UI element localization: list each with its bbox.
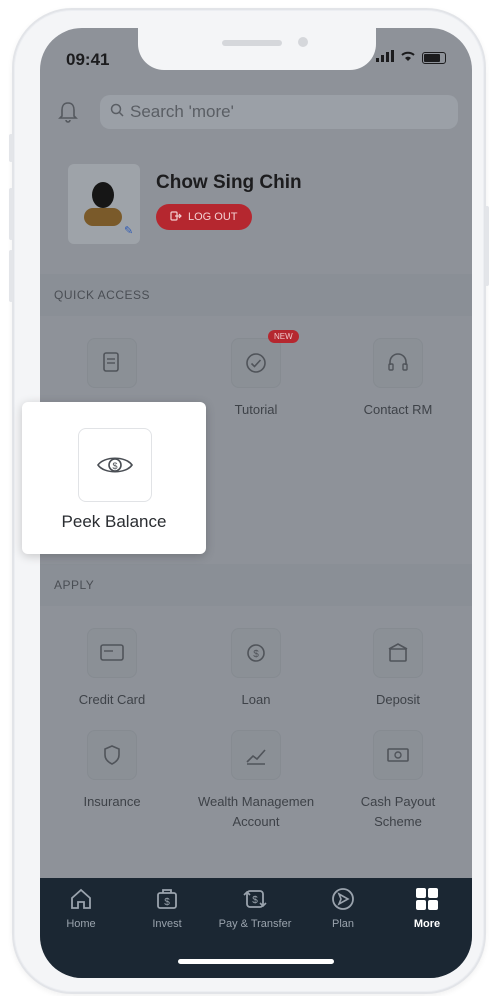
insurance-icon <box>87 730 137 780</box>
camera <box>298 37 308 47</box>
quick-access-hidden-tile[interactable] <box>42 338 182 388</box>
quick-access-contact-rm[interactable]: Contact RM <box>328 338 468 420</box>
new-badge: NEW <box>268 330 299 343</box>
status-icons <box>376 50 446 65</box>
grid-icon <box>386 886 468 916</box>
tile-label: Cash Payout Scheme <box>360 794 436 829</box>
phone-side-button <box>9 134 13 162</box>
eye-dollar-icon: $ <box>78 428 152 502</box>
avatar[interactable]: ✎ <box>68 164 140 244</box>
nav-home[interactable]: Home <box>40 886 122 930</box>
speaker <box>222 40 282 46</box>
tile-label: Insurance <box>83 794 141 809</box>
profile-section: ✎ <box>68 164 140 244</box>
nav-more[interactable]: More <box>386 886 468 930</box>
signal-icon <box>376 50 394 65</box>
search-input[interactable]: Search 'more' <box>100 95 458 129</box>
apply-credit-card[interactable]: Credit Card <box>42 628 182 710</box>
phone-volume-up-button <box>9 188 13 240</box>
phone-power-button <box>485 206 489 286</box>
svg-text:$: $ <box>112 461 117 471</box>
quick-access-tutorial[interactable]: NEW Tutorial <box>186 330 326 420</box>
nav-invest[interactable]: $ Invest <box>126 886 208 930</box>
document-icon <box>87 338 137 388</box>
svg-text:$: $ <box>252 895 258 906</box>
apply-wealth-management[interactable]: Wealth Managemen Account <box>186 730 326 832</box>
logout-label: LOG OUT <box>188 211 238 223</box>
search-icon <box>110 103 124 122</box>
tile-label: Contact RM <box>363 402 433 417</box>
credit-card-icon <box>87 628 137 678</box>
cash-payout-icon <box>373 730 423 780</box>
peek-balance-label: Peek Balance <box>61 512 167 531</box>
invest-icon: $ <box>126 886 208 916</box>
svg-text:$: $ <box>164 897 170 908</box>
tile-label: Wealth Managemen Account <box>197 794 315 829</box>
wifi-icon <box>400 50 416 65</box>
apply-loan[interactable]: $ Loan <box>186 628 326 710</box>
bell-icon[interactable] <box>54 98 82 126</box>
logout-button[interactable]: LOG OUT <box>156 204 252 230</box>
tile-label: Deposit <box>375 692 421 707</box>
peek-balance-card[interactable]: $ Peek Balance <box>22 402 206 554</box>
tile-label: Credit Card <box>78 692 146 707</box>
status-time: 09:41 <box>66 50 110 69</box>
apply-insurance[interactable]: Insurance <box>42 730 182 812</box>
notch <box>138 28 376 70</box>
pay-transfer-icon: $ <box>214 886 296 916</box>
top-bar: Search 'more' <box>54 94 458 130</box>
profile-name: Chow Sing Chin <box>156 172 302 193</box>
phone-volume-down-button <box>9 250 13 302</box>
tile-label: Tutorial <box>234 402 278 417</box>
apply-cash-payout[interactable]: Cash Payout Scheme <box>328 730 468 832</box>
svg-text:$: $ <box>253 649 259 660</box>
logout-icon <box>170 210 182 225</box>
check-circle-icon <box>231 338 281 388</box>
edit-pencil-icon[interactable]: ✎ <box>124 224 134 237</box>
home-icon <box>40 886 122 916</box>
nav-plan[interactable]: Plan <box>302 886 384 930</box>
search-placeholder: Search 'more' <box>130 102 234 121</box>
wealth-icon <box>231 730 281 780</box>
apply-header: APPLY <box>40 564 472 606</box>
apply-deposit[interactable]: Deposit <box>328 628 468 710</box>
loan-icon: $ <box>231 628 281 678</box>
headset-icon <box>373 338 423 388</box>
nav-pay-transfer[interactable]: $ Pay & Transfer <box>214 886 296 930</box>
home-indicator <box>178 959 334 964</box>
tile-label: Loan <box>241 692 271 707</box>
deposit-icon <box>373 628 423 678</box>
battery-icon <box>422 51 446 64</box>
plan-icon <box>302 886 384 916</box>
quick-access-header: QUICK ACCESS <box>40 274 472 316</box>
bottom-nav: Home $ Invest $ Pay & Transfer Plan More <box>40 878 472 978</box>
